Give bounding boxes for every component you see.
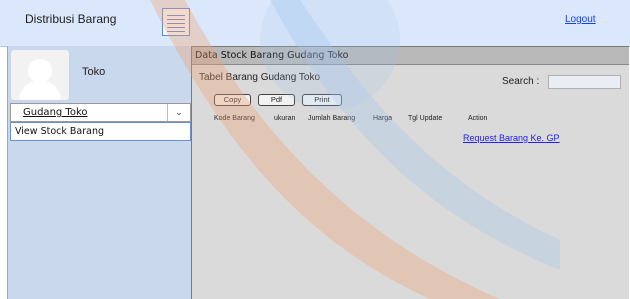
column-header-action: Action bbox=[468, 115, 488, 122]
column-header-tgl-update[interactable]: Tgl Update bbox=[408, 115, 442, 122]
table-title: Tabel Barang Gudang Toko bbox=[199, 72, 321, 83]
sidebar: Toko Gudang Toko ⌄ View Stock Barang bbox=[7, 46, 192, 299]
user-avatar-icon bbox=[11, 50, 69, 100]
app-header: Distribusi Barang Logout bbox=[0, 0, 630, 47]
column-header-jumlah-barang[interactable]: Jumlah Barang bbox=[308, 115, 355, 122]
search-input[interactable] bbox=[548, 75, 621, 89]
sidebar-item-label: View Stock Barang bbox=[15, 126, 104, 137]
print-button[interactable]: Print bbox=[302, 94, 342, 106]
column-header-kode-barang[interactable]: Kode Barang bbox=[214, 115, 255, 122]
app-window: Distribusi Barang Logout Toko Gudang Tok… bbox=[0, 0, 630, 299]
logout-link[interactable]: Logout bbox=[565, 14, 596, 25]
dropdown-selected-value: Gudang Toko bbox=[23, 107, 88, 118]
sidebar-item-view-stock[interactable]: View Stock Barang bbox=[10, 122, 191, 141]
pdf-button[interactable]: Pdf bbox=[258, 94, 295, 106]
app-title: Distribusi Barang bbox=[25, 12, 117, 26]
request-barang-link[interactable]: Request Barang Ke. GP bbox=[463, 133, 560, 143]
main-panel: Data Stock Barang Gudang Toko Tabel Bara… bbox=[191, 46, 629, 299]
chevron-down-icon[interactable]: ⌄ bbox=[167, 104, 190, 121]
user-role-label: Toko bbox=[82, 66, 106, 78]
copy-button[interactable]: Copy bbox=[214, 94, 251, 106]
panel-header: Data Stock Barang Gudang Toko bbox=[192, 47, 629, 65]
menu-list-icon[interactable] bbox=[162, 8, 190, 36]
warehouse-dropdown[interactable]: Gudang Toko ⌄ bbox=[10, 103, 191, 122]
column-header-ukuran[interactable]: ukuran bbox=[274, 115, 295, 122]
search-label: Search : bbox=[502, 76, 540, 87]
column-header-harga[interactable]: Harga bbox=[373, 115, 392, 122]
panel-title: Data Stock Barang Gudang Toko bbox=[195, 50, 349, 61]
